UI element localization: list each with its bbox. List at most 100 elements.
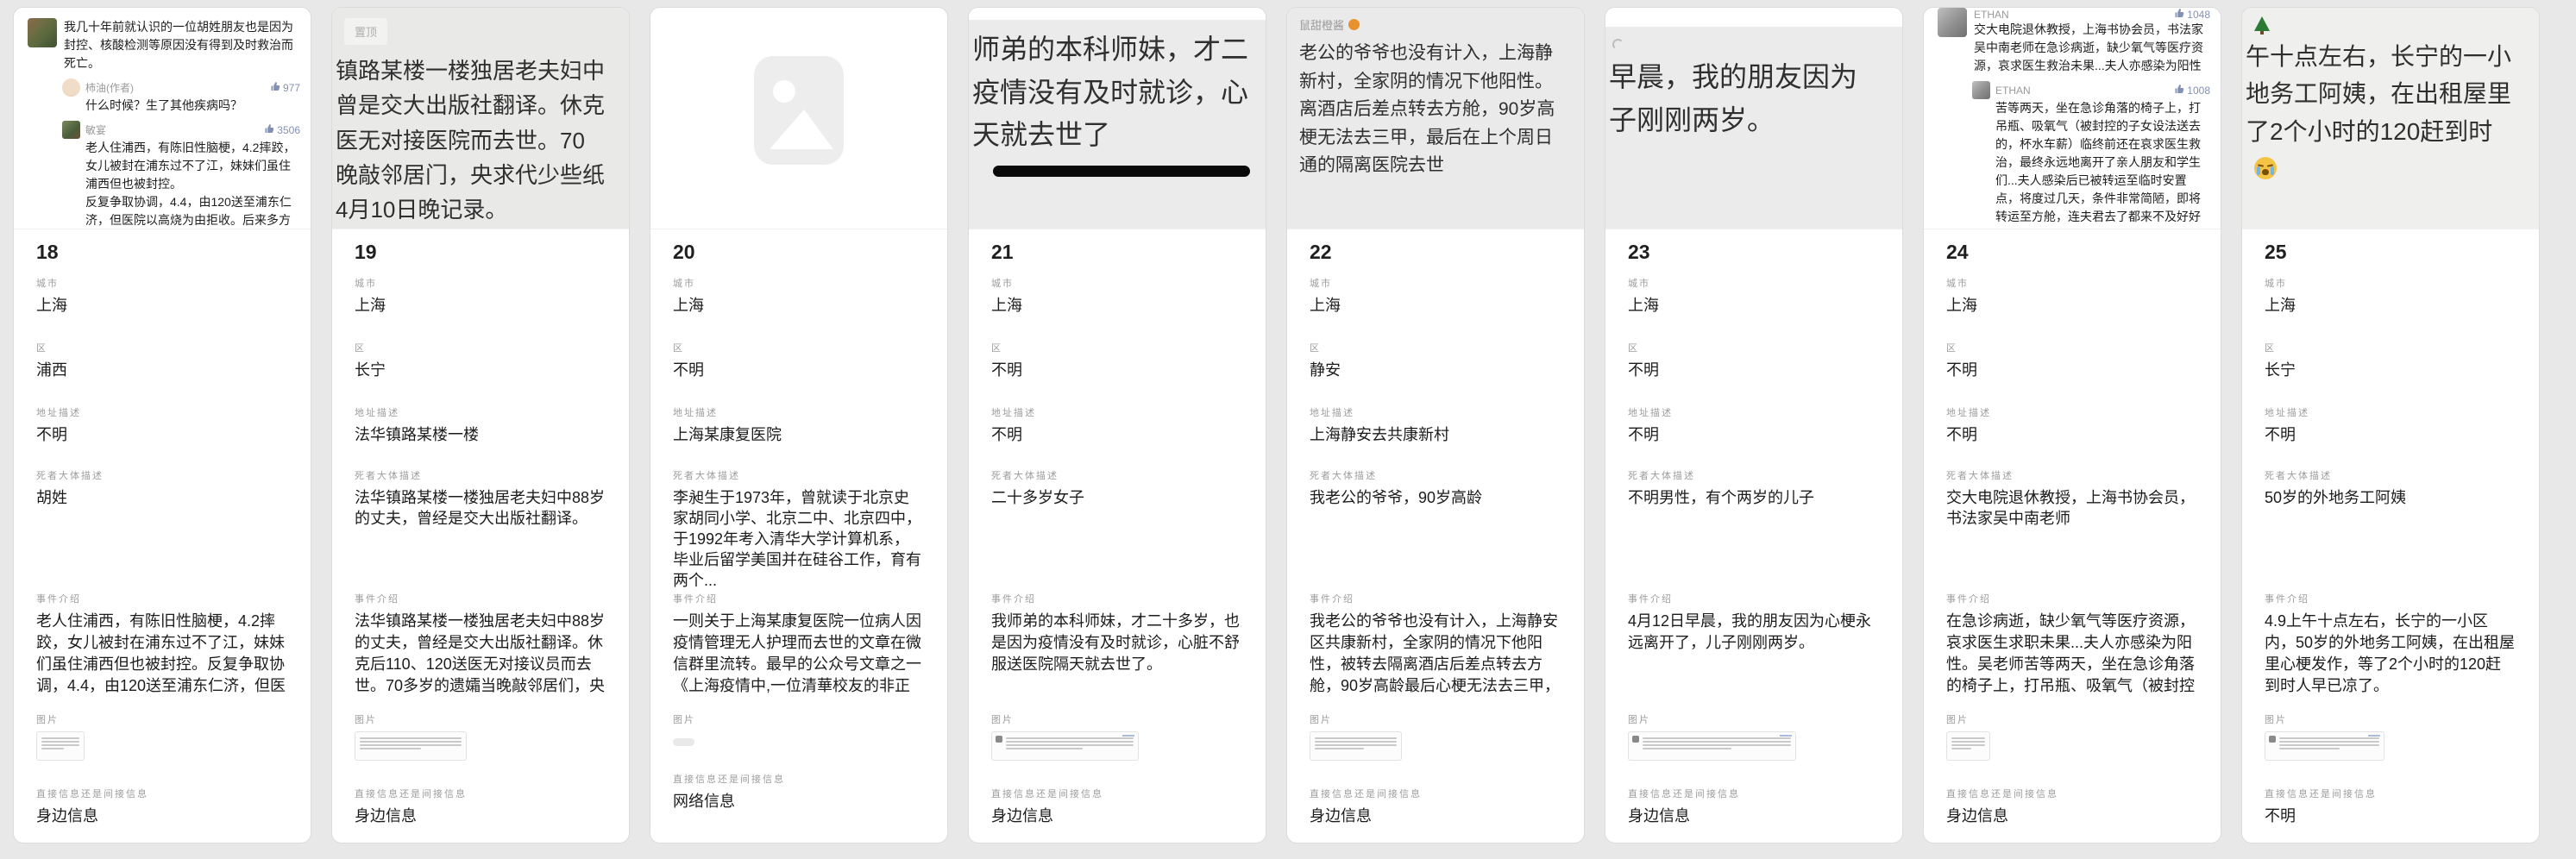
field-event-description: 事件介绍 我师弟的本科师妹，才二十多岁，也是因为疫情没有及时就诊，心脏不舒服送医… [991,593,1243,699]
record-fields: 21 城市 上海 区 不明 地址描述 不明 死者大体描述 二十多岁女子 事件介绍… [969,229,1266,827]
field-label-deceased: 死者大体描述 [1628,470,1880,482]
field-city: 城市 上海 [355,278,606,317]
field-label-district: 区 [991,342,1243,354]
screenshot-text-line: 4月10日晚记录。 [336,192,629,227]
screenshot-text-line: 疫情没有及时就诊，心 [972,72,1266,115]
avatar [28,18,57,47]
record-cover-screenshot[interactable]: 鼠甜橙酱老公的爷爷也没有计入，上海静新村，全家阴的情况下他阳性。离酒店后差点转去… [1287,8,1584,229]
like-count[interactable]: 1048 [2174,8,2210,21]
field-city: 城市 上海 [1310,278,1561,317]
field-deceased-description: 死者大体描述 我老公的爷爷，90岁高龄 [1310,470,1561,589]
thumbnail-text-line [2279,748,2340,749]
field-value-city: 上海 [991,295,1243,317]
field-label-direct: 直接信息还是间接信息 [2265,788,2516,800]
record-cover-screenshot[interactable]: 置顶镇路某楼一楼独居老夫妇中曾是交大出版社翻译。休克医无对接医院而去世。70晚敲… [332,8,629,229]
thumbnail-text-line [1315,748,1364,749]
field-district: 区 不明 [1628,342,1880,381]
image-thumbnail[interactable] [36,731,85,761]
image-thumbnail[interactable] [991,731,1139,761]
field-city: 城市 上海 [991,278,1243,317]
thumbnail-text-line [1951,737,1985,739]
record-card[interactable]: 我几十年前就认识的一位胡姓朋友也是因为封控、核酸检测等原因没有得到及时救治而死亡… [13,7,311,843]
field-image: 图片 [1946,714,2198,761]
field-direct-or-indirect: 直接信息还是间接信息 身边信息 [355,788,606,827]
thumbnail-text-line [1006,737,1134,739]
field-value-district: 不明 [673,360,925,381]
screenshot-text-lines: 老公的爷爷也没有计入，上海静新村，全家阴的情况下他阳性。离酒店后差点转去方舱，9… [1299,40,1584,180]
like-count-value: 1008 [2187,85,2210,97]
field-image: 图片 [991,714,1243,761]
field-value-direct: 不明 [2265,806,2516,827]
thumbnail-text-line [1643,741,1791,743]
record-cover-screenshot[interactable]: 师弟的本科师妹，才二疫情没有及时就诊，心天就去世了 [969,8,1266,229]
field-city: 城市 上海 [673,278,925,317]
like-count[interactable]: 1008 [2174,84,2210,97]
record-card[interactable]: 师弟的本科师妹，才二疫情没有及时就诊，心天就去世了 21 城市 上海 区 不明 … [968,7,1266,843]
field-label-direct: 直接信息还是间接信息 [991,788,1243,800]
avatar [1972,81,1990,99]
field-deceased-description: 死者大体描述 李昶生于1973年，曾就读于北京史家胡同小学、北京二中、北京四中，… [673,470,925,589]
field-value-direct: 身边信息 [1946,806,2198,827]
record-card[interactable]: 置顶镇路某楼一楼独居老夫妇中曾是交大出版社翻译。休克医无对接医院而去世。70晚敲… [331,7,630,843]
thumbnail-text-line [1315,744,1397,746]
thumbnail-text-line [1643,748,1731,749]
field-label-address: 地址描述 [991,407,1243,419]
field-label-direct: 直接信息还是间接信息 [1946,788,2198,800]
record-cover-screenshot[interactable]: 午十点左右，长宁的一小地务工阿姨，在出租屋里了2个小时的120赶到时 [2242,8,2539,229]
comment-header: 柿油(作者)977 [62,78,300,97]
field-label-city: 城市 [1946,278,2198,290]
field-label-district: 区 [36,342,288,354]
screenshot-text-block: 鼠甜橙酱老公的爷爷也没有计入，上海静新村，全家阴的情况下他阳性。离酒店后差点转去… [1287,8,1584,229]
image-thumbnail[interactable] [1628,731,1796,761]
record-cover-screenshot[interactable] [650,8,947,229]
field-value-deceased: 交大电院退休教授，上海书协会员，书法家吴中南老师 [1946,487,2198,589]
record-fields: 24 城市 上海 区 不明 地址描述 不明 死者大体描述 交大电院退休教授，上海… [1924,229,2221,827]
image-thumbnail[interactable] [1946,731,1990,761]
like-count[interactable]: 977 [270,81,300,94]
field-image: 图片 [673,714,925,746]
field-direct-or-indirect: 直接信息还是间接信息 身边信息 [991,788,1243,827]
commenter-name: ETHAN [1974,9,2009,21]
field-image: 图片 [1310,714,1561,761]
record-fields: 18 城市 上海 区 浦西 地址描述 不明 死者大体描述 胡姓 事件介绍 老人住… [14,229,311,827]
field-value-direct: 网络信息 [673,791,925,812]
thumbnail-text-line [1951,748,1971,749]
field-event-description: 事件介绍 老人住浦西，有陈旧性脑梗，4.2摔跤，女儿被封在浦东过不了江，妹妹们虽… [36,593,288,699]
avatar [62,78,80,97]
record-card[interactable]: 鼠甜橙酱老公的爷爷也没有计入，上海静新村，全家阴的情况下他阳性。离酒店后差点转去… [1286,7,1585,843]
field-label-city: 城市 [991,278,1243,290]
record-cover-screenshot[interactable]: 我几十年前就认识的一位胡姓朋友也是因为封控、核酸检测等原因没有得到及时救治而死亡… [14,8,311,229]
field-event-description: 事件介绍 我老公的爷爷也没有计入，上海静安区共康新村，全家阴的情况下他阳性，被转… [1310,593,1561,699]
field-value-event: 法华镇路某楼一楼独居老夫妇中88岁的丈夫，曾经是交大出版社翻译。休克后110、1… [355,611,606,699]
thumbnail-text-line [2279,737,2379,739]
record-card[interactable]: 20 城市 上海 区 不明 地址描述 上海某康复医院 死者大体描述 李昶生于19… [650,7,948,843]
image-thumbnail[interactable] [1310,731,1402,761]
record-cover-screenshot[interactable]: ETHAN1048交大电院退休教授，上海书协会员，书法家吴中南老师在急诊病逝，缺… [1924,8,2221,229]
record-card[interactable]: ETHAN 1048 交大电院退休教授，上海书协会员，书法家吴中南老师在急诊病逝，缺… [1923,7,2221,843]
image-thumbnail[interactable] [673,738,694,746]
thumbs-up-icon [2174,8,2184,21]
field-address: 地址描述 法华镇路某楼一楼 [355,407,606,446]
image-thumbnail[interactable] [2265,731,2384,761]
field-label-deceased: 死者大体描述 [673,470,925,482]
field-deceased-description: 死者大体描述 法华镇路某楼一楼独居老夫妇中88岁的丈夫，曾经是交大出版社翻译。 [355,470,606,589]
field-value-address: 法华镇路某楼一楼 [355,424,606,446]
like-count-value: 3506 [277,124,300,136]
record-number: 24 [1946,240,2198,264]
field-value-event: 老人住浦西，有陈旧性脑梗，4.2摔跤，女儿被封在浦东过不了江，妹妹们虽住浦西但也… [36,611,288,699]
like-count[interactable]: 3506 [264,123,300,136]
field-event-description: 事件介绍 一则关于上海某康复医院一位病人因疫情管理无人护理而去世的文章在微信群里… [673,593,925,699]
record-card[interactable]: 午十点左右，长宁的一小地务工阿姨，在出租屋里了2个小时的120赶到时 25 城市… [2241,7,2540,843]
record-number: 19 [355,240,606,264]
record-card[interactable]: 早晨，我的朋友因为子刚刚两岁。 23 城市 上海 区 不明 地址描述 不明 死者… [1605,7,1903,843]
thumbnail-text-line [1315,741,1397,743]
field-value-city: 上海 [1310,295,1561,317]
field-value-event: 在急诊病逝，缺少氧气等医疗资源，哀求医生求职未果...夫人亦感染为阳性。吴老师苦… [1946,611,2198,699]
field-value-district: 长宁 [2265,360,2516,381]
field-value-event: 我师弟的本科师妹，才二十多岁，也是因为疫情没有及时就诊，心脏不舒服送医院隔天就去… [991,611,1243,699]
field-value-address: 上海某康复医院 [673,424,925,446]
field-label-city: 城市 [1628,278,1880,290]
record-cover-screenshot[interactable]: 早晨，我的朋友因为子刚刚两岁。 [1605,8,1902,229]
field-address: 地址描述 上海某康复医院 [673,407,925,446]
image-thumbnail[interactable] [355,731,467,761]
